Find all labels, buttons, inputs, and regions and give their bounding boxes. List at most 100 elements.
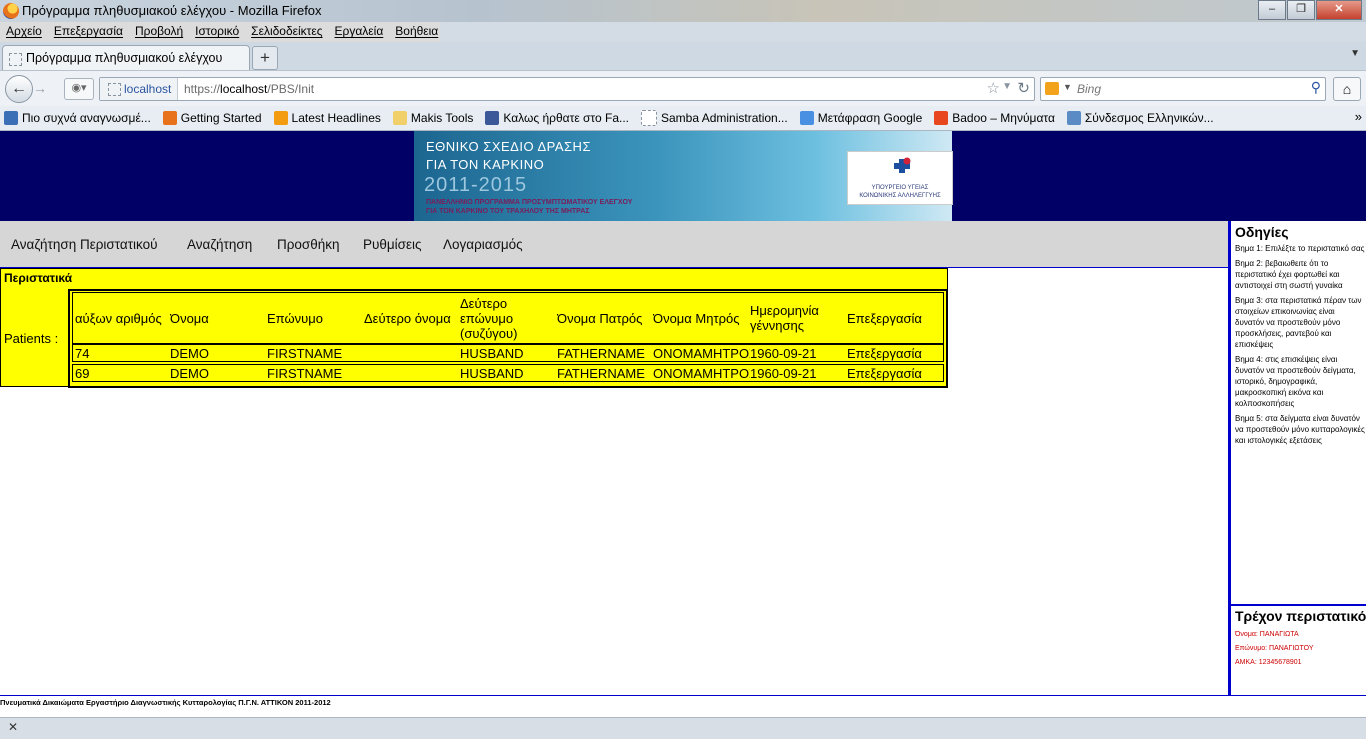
browser-window: Πρόγραμμα πληθυσμιακού ελέγχου - Mozilla…: [0, 0, 1366, 739]
translate-icon: [799, 111, 814, 125]
current-case-field: Όνομα: ΠΑΝΑΓΙΩΤΑ: [1235, 631, 1299, 638]
menu-item[interactable]: Ιστορικό: [189, 22, 245, 42]
badoo-icon: [934, 111, 949, 125]
bookmark-item[interactable]: Getting Started: [162, 111, 262, 125]
patients-table: αύξων αριθμός Όνομα Επώνυμο Δεύτερο όνομα Δε…: [68, 289, 948, 388]
bookmark-item[interactable]: Πιο συχνά αναγνωσμέ...: [4, 111, 151, 125]
column-header: Δεύτερο όνομα: [364, 310, 451, 326]
nav-link[interactable]: Προσθήκη: [277, 237, 340, 252]
instruction-step: Βημα 2: βεβαιωθειτε ότι το περιστατικό έ…: [1235, 259, 1343, 290]
maximize-button[interactable]: ❐: [1287, 0, 1315, 20]
menu-item[interactable]: Επεξεργασία: [48, 22, 129, 42]
bookmark-item[interactable]: Makis Tools: [392, 111, 474, 125]
frequent-icon: [4, 111, 18, 125]
back-button[interactable]: ←: [5, 75, 33, 103]
menu-bar: Αρχείο Επεξεργασία Προβολή Ιστορικό Σελιδοδε…: [0, 22, 1366, 42]
bookmark-label: Makis Tools: [410, 111, 474, 125]
edit-link[interactable]: Επεξεργασία: [847, 346, 943, 361]
url-dropdown-icon[interactable]: ▼: [1002, 81, 1012, 92]
bookmark-label: Badoo – Μηνύματα: [952, 111, 1055, 125]
column-header: Επεξεργασία: [847, 310, 922, 326]
nav-link[interactable]: Αναζήτηση: [187, 237, 252, 252]
close-addon-bar-icon[interactable]: ✕: [8, 720, 18, 734]
banner-subtitle-line1: ΠΑΝΕΛΛΗΝΙΟ ΠΡΟΓΡΑΜΜΑ ΠΡΟΣΥΜΠΤΩΜΑΤΙΚΟΥ ΕΛ…: [426, 199, 633, 206]
edit-link[interactable]: Επεξεργασία: [847, 366, 943, 381]
facebook-icon: [485, 111, 500, 125]
menu-item[interactable]: Βοήθεια: [389, 22, 444, 42]
table-row[interactable]: 69 DEMO FIRSTNAME HUSBAND FATHERNAME ΟΝΟΜΑΜΗΤ…: [72, 364, 944, 382]
search-placeholder: Bing: [1077, 82, 1102, 96]
table-cell: 1960-09-21: [750, 345, 817, 361]
tab-list-icon[interactable]: ▼: [1350, 48, 1360, 59]
instruction-step: Βημα 4: στις επισκέψεις είναι δυνατόν να…: [1235, 355, 1356, 408]
instruction-step: Βημα 5: στα δείγματα είναι δυνατόν να πρ…: [1235, 414, 1365, 445]
table-cell: DEMO: [170, 365, 209, 381]
current-case-title: Τρέχον περιστατικό: [1235, 608, 1366, 624]
home-button[interactable]: ⌂: [1333, 77, 1361, 101]
url-bar[interactable]: localhost https://localhost/PBS/Init ☆ ▼…: [99, 77, 1035, 101]
bookmark-star-icon[interactable]: ☆: [987, 79, 1000, 97]
page-icon: [641, 110, 657, 126]
patients-panel: Περιστατικά Patients : αύξων αριθμός Όνομ…: [0, 268, 948, 388]
bookmark-label: Πιο συχνά αναγνωσμέ...: [22, 111, 151, 125]
bing-icon[interactable]: [1045, 82, 1059, 95]
bookmark-label: Samba Administration...: [661, 111, 788, 125]
bookmark-item[interactable]: Badoo – Μηνύματα: [934, 111, 1055, 125]
table-cell: ΟΝΟΜΑΜΗΤΡΟΣ: [653, 365, 750, 381]
bookmarks-overflow-icon[interactable]: »: [1355, 109, 1362, 124]
site-identity[interactable]: localhost: [100, 78, 179, 100]
tab-active[interactable]: Πρόγραμμα πληθυσμιακού ελέγχου: [2, 45, 250, 71]
banner-title-line2: ΓΙΑ ΤΟΝ ΚΑΡΚΙΝΟ: [426, 157, 545, 172]
search-bar[interactable]: ▼ Bing ⚲: [1040, 77, 1326, 101]
table-row[interactable]: 74 DEMO FIRSTNAME HUSBAND FATHERNAME ΟΝΟΜΑΜΗΤ…: [72, 344, 944, 362]
menu-item[interactable]: Αρχείο: [0, 22, 48, 42]
bookmark-item[interactable]: Latest Headlines: [273, 111, 381, 125]
table-cell: DEMO: [170, 345, 209, 361]
menu-items: Αρχείο Επεξεργασία Προβολή Ιστορικό Σελιδοδε…: [0, 22, 440, 42]
site-label: localhost: [124, 82, 172, 96]
site-identity-button[interactable]: ◉▾: [64, 78, 94, 100]
firefox-icon: [162, 111, 177, 125]
menu-item[interactable]: Προβολή: [129, 22, 189, 42]
bookmark-label: Καλως ήρθατε στο Fa...: [503, 111, 629, 125]
bookmarks-bar: Πιο συχνά αναγνωσμέ... Getting Started Lat…: [0, 106, 1366, 131]
ministry-emblem-icon: [894, 157, 911, 173]
column-header: Ημερομηνία γέννησης: [750, 303, 819, 333]
instructions-sidebar: Οδηγίες Βημα 1: Επιλέξτε το περιστατικό …: [1228, 221, 1366, 696]
nav-link[interactable]: Αναζήτηση Περιστατικού: [11, 237, 158, 252]
rss-icon: [273, 111, 288, 125]
table-cell: FATHERNAME: [557, 345, 645, 361]
column-header: Επώνυμο: [267, 310, 323, 326]
minimize-button[interactable]: –: [1258, 0, 1286, 20]
bookmark-item[interactable]: Καλως ήρθατε στο Fa...: [485, 111, 629, 125]
new-tab-button[interactable]: +: [252, 46, 278, 70]
url-text[interactable]: https://localhost/PBS/Init: [184, 78, 314, 100]
footer: Πνευματικά Δικαιώματα Εργαστήριο Διαγνωσ…: [0, 695, 1366, 710]
table-cell: 69: [75, 365, 90, 381]
table-cell: HUSBAND: [460, 345, 524, 361]
close-button[interactable]: ✕: [1316, 0, 1362, 20]
site-header: ΕΘΝΙΚΟ ΣΧΕΔΙΟ ΔΡΑΣΗΣ ΓΙΑ ΤΟΝ ΚΑΡΚΙΝΟ 201…: [0, 131, 1366, 221]
bookmark-label: Μετάφραση Google: [817, 111, 923, 125]
table-cell: ΟΝΟΜΑΜΗΤΡΟΣ: [653, 345, 750, 361]
copyright-text: Πνευματικά Δικαιώματα Εργαστήριο Διαγνωσ…: [0, 698, 331, 707]
menu-item[interactable]: Σελιδοδείκτες: [245, 22, 328, 42]
column-header: Όνομα Πατρός: [557, 310, 643, 326]
window-title: Πρόγραμμα πληθυσμιακού ελέγχου - Mozilla…: [22, 3, 322, 18]
search-icon[interactable]: ⚲: [1311, 79, 1321, 96]
banner-title-line1: ΕΘΝΙΚΟ ΣΧΕΔΙΟ ΔΡΑΣΗΣ: [426, 139, 591, 154]
forward-button[interactable]: →: [33, 79, 55, 97]
bookmark-item[interactable]: Samba Administration...: [641, 110, 788, 126]
reload-icon[interactable]: ↻: [1017, 79, 1030, 97]
folder-icon: [392, 111, 407, 125]
nav-link[interactable]: Λογαριασμός: [443, 237, 523, 252]
tab-title: Πρόγραμμα πληθυσμιακού ελέγχου: [26, 51, 223, 65]
search-engine-dropdown-icon[interactable]: ▼: [1063, 82, 1072, 92]
navigation-bar: ← → ◉▾ localhost https://localhost/PBS/I…: [0, 70, 1366, 107]
bookmark-item[interactable]: Σύνδεσμος Ελληνικών...: [1066, 111, 1214, 125]
bookmark-item[interactable]: Μετάφραση Google: [799, 111, 923, 125]
instructions-title: Οδηγίες: [1235, 224, 1289, 240]
nav-link[interactable]: Ρυθμίσεις: [363, 237, 422, 252]
banner-subtitle-line2: ΓΙΑ ΤΟΝ ΚΑΡΚΙΝΟ ΤΟΥ ΤΡΑΧΗΛΟΥ ΤΗΣ ΜΗΤΡΑΣ: [426, 208, 590, 215]
menu-item[interactable]: Εργαλεία: [329, 22, 390, 42]
